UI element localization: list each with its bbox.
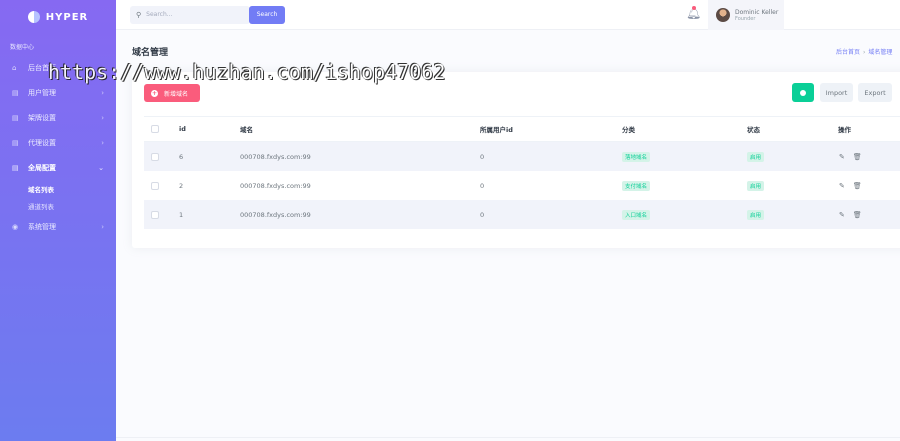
domain-table-card: + 新增域名 Import Export id 域名 所属用户id 分类 状态 …	[132, 72, 900, 248]
breadcrumb-current: 域名管理	[868, 49, 893, 56]
header-category: 分类	[622, 126, 635, 134]
sidebar-item-label: 用户管理	[28, 88, 56, 97]
sidebar-item-config[interactable]: ▤ 全局配置 ⌄	[0, 155, 116, 180]
users-icon: ▤	[12, 88, 19, 97]
user-name: Dominic Keller	[735, 8, 779, 16]
edit-icon[interactable]: ✎	[839, 182, 845, 190]
header-actions: 操作	[838, 126, 851, 134]
row-checkbox[interactable]	[151, 181, 159, 190]
category-badge: 落地域名	[622, 151, 651, 162]
footer-divider	[116, 437, 900, 438]
sidebar-item-label: 代理设置	[28, 138, 56, 147]
cell-id: 1	[179, 210, 184, 219]
header-user-id: 所属用户id	[480, 126, 513, 134]
sidebar-section-title: 数据中心	[10, 44, 35, 51]
chevron-right-icon: ›	[101, 138, 104, 147]
edit-icon[interactable]: ✎	[839, 153, 845, 161]
gear-icon	[800, 89, 806, 96]
config-icon: ▤	[12, 163, 19, 172]
avatar	[716, 8, 730, 22]
sidebar-item-agent[interactable]: ▤ 代理设置 ›	[0, 130, 116, 155]
status-badge: 启用	[747, 180, 765, 191]
chevron-right-icon: ›	[101, 222, 104, 231]
table-row: 2 000708.fxdys.com:99 0 支付域名 启用 ✎ 🗑︎	[144, 171, 900, 200]
notification-dot	[692, 6, 696, 10]
page-title: 域名管理	[132, 48, 169, 58]
header-domain: 域名	[240, 126, 253, 134]
category-badge: 入口域名	[622, 209, 651, 220]
header-status: 状态	[747, 126, 760, 134]
sidebar-item-settings[interactable]: ▤ 架牌设置 ›	[0, 105, 116, 130]
row-checkbox[interactable]	[151, 210, 159, 219]
import-button[interactable]: Import	[820, 83, 853, 102]
edit-icon[interactable]: ✎	[839, 211, 845, 219]
dashboard-icon: ⌂	[12, 63, 17, 72]
cell-id: 2	[179, 181, 184, 190]
status-badge: 启用	[747, 209, 765, 220]
agent-icon: ▤	[12, 138, 19, 147]
search-input[interactable]: ⚲ Search...	[130, 5, 250, 24]
table-row: 6 000708.fxdys.com:99 0 落地域名 启用 ✎ 🗑︎	[144, 142, 900, 171]
cell-domain: 000708.fxdys.com:99	[240, 210, 311, 219]
logo-icon	[27, 11, 40, 23]
select-all-checkbox[interactable]	[151, 125, 159, 133]
add-domain-label: 新增域名	[164, 90, 189, 98]
sidebar-item-label: 系统管理	[28, 222, 56, 231]
settings-button[interactable]	[792, 83, 814, 102]
cell-user-id: 0	[480, 210, 485, 219]
chevron-right-icon: ›	[101, 88, 104, 97]
cell-user-id: 0	[480, 152, 485, 161]
delete-icon[interactable]: 🗑︎	[853, 153, 862, 161]
export-button[interactable]: Export	[858, 83, 892, 102]
user-role: Founder	[735, 15, 756, 22]
chevron-right-icon: ›	[101, 113, 104, 122]
search-button[interactable]: Search	[249, 5, 285, 24]
table-row: 1 000708.fxdys.com:99 0 入口域名 启用 ✎ 🗑︎	[144, 200, 900, 229]
logo[interactable]: HYPER	[0, 0, 116, 34]
category-badge: 支付域名	[622, 180, 651, 191]
sidebar-item-system[interactable]: ◉ 系统管理 ›	[0, 214, 116, 239]
sidebar-item-label: 架牌设置	[28, 113, 56, 122]
cell-id: 6	[179, 152, 184, 161]
search-icon: ⚲	[136, 10, 142, 19]
settings-icon: ▤	[12, 113, 19, 122]
add-domain-button[interactable]: + 新增域名	[144, 84, 200, 102]
cell-domain: 000708.fxdys.com:99	[240, 152, 311, 161]
sidebar-subitem-domains[interactable]: 域名列表	[0, 180, 116, 197]
sidebar-subitem-channels[interactable]: 通道列表	[0, 197, 116, 214]
system-icon: ◉	[12, 222, 19, 231]
plus-circle-icon: +	[151, 89, 158, 97]
sidebar-item-label: 全局配置	[28, 163, 56, 172]
delete-icon[interactable]: 🗑︎	[853, 182, 862, 190]
breadcrumb: 后台首页 › 域名管理	[836, 49, 893, 56]
logo-text: HYPER	[45, 11, 89, 23]
user-menu[interactable]: Dominic Keller Founder	[708, 0, 784, 30]
row-checkbox[interactable]	[151, 152, 159, 161]
status-badge: 启用	[747, 151, 765, 162]
delete-icon[interactable]: 🗑︎	[853, 211, 862, 219]
search-placeholder: Search...	[146, 11, 173, 18]
cell-user-id: 0	[480, 181, 485, 190]
breadcrumb-home[interactable]: 后台首页	[836, 49, 860, 56]
chevron-down-icon: ⌄	[98, 163, 104, 172]
table-header: id 域名 所属用户id 分类 状态 操作	[144, 116, 900, 142]
watermark-text: https://www.huzhan.com/ishop47062	[48, 60, 446, 84]
cell-domain: 000708.fxdys.com:99	[240, 181, 311, 190]
header-id: id	[179, 125, 186, 133]
